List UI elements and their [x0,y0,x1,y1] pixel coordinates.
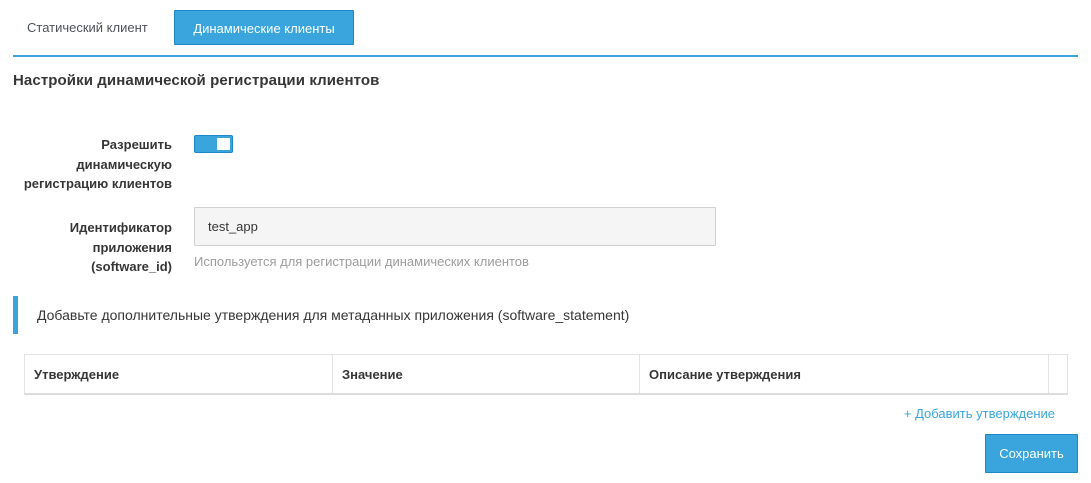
software-id-label: Идентификатор приложения (software_id) [42,218,172,277]
allow-dynamic-registration-label: Разрешить динамическую регистрацию клиен… [2,135,172,194]
software-statement-info: Добавьте дополнительные утверждения для … [13,296,1078,334]
allow-label-line3: регистрацию клиентов [23,176,172,191]
allow-label-line1: Разрешить [101,137,172,152]
allow-dynamic-registration-toggle[interactable] [194,135,233,153]
client-tabs: Статический клиент Динамические клиенты [13,0,1078,57]
save-button[interactable]: Сохранить [985,434,1078,473]
software-label-line3: (software_id) [91,259,172,274]
software-label-line2: приложения [92,239,172,255]
toggle-knob [217,138,230,150]
section-title: Настройки динамической регистрации клиен… [13,72,380,89]
software-id-input[interactable] [194,207,716,246]
software-id-help: Используется для регистрации динамически… [194,254,529,269]
column-header-actions [1049,355,1067,393]
tab-dynamic-clients[interactable]: Динамические клиенты [174,10,354,45]
software-label-line1: Идентификатор [69,220,172,235]
tab-static-client[interactable]: Статический клиент [13,10,162,45]
column-header-value: Значение [333,355,640,393]
column-header-claim: Утверждение [25,355,333,393]
column-header-description: Описание утверждения [640,355,1049,393]
allow-label-line2: динамическую [76,156,172,172]
statements-table: Утверждение Значение Описание утверждени… [24,354,1068,395]
add-statement-link[interactable]: + Добавить утверждение [904,406,1055,421]
